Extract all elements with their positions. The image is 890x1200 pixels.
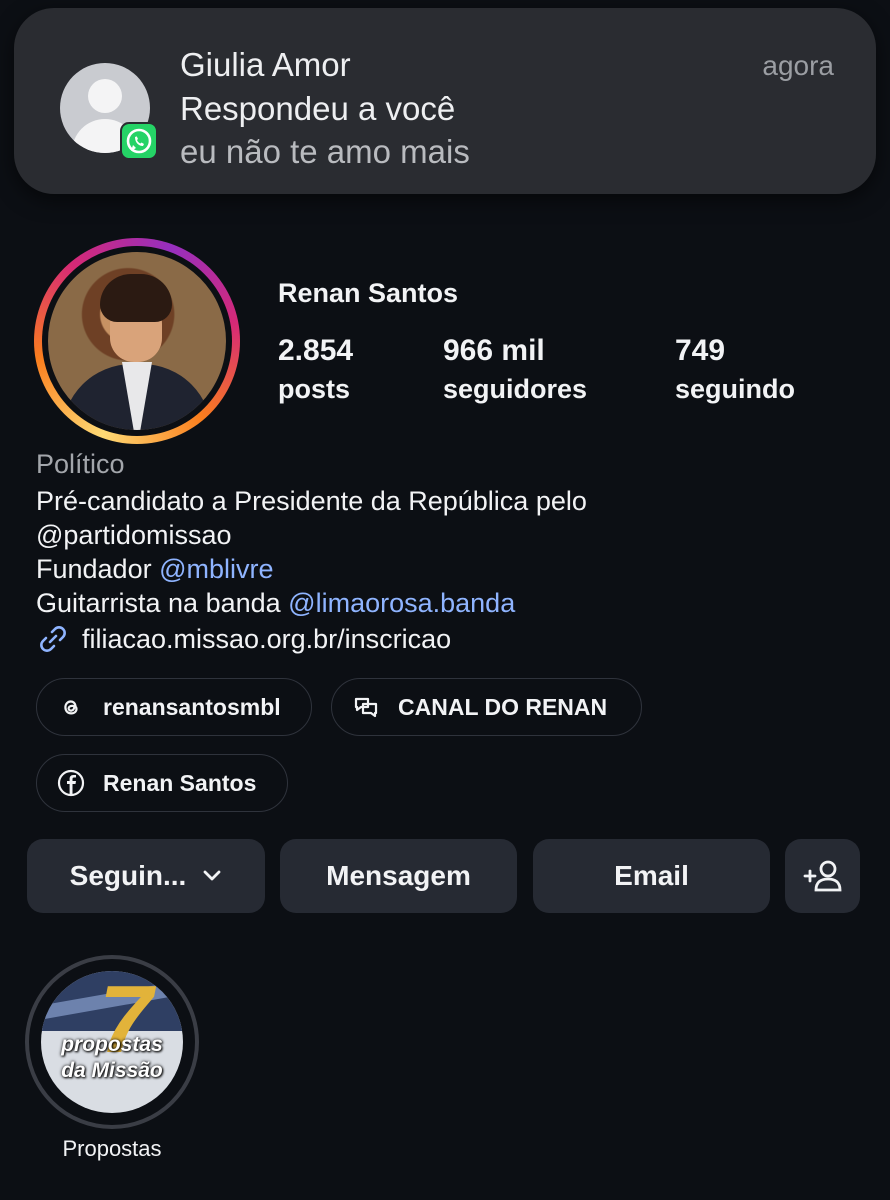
bio-band-text: Guitarrista na banda [36,588,281,618]
email-button-label: Email [614,860,689,891]
following-button-label: Seguin... [69,860,187,891]
notification-time: agora [762,50,834,81]
bio-external-link[interactable]: filiacao.missao.org.br/inscricao [36,622,451,656]
stat-following[interactable]: 749 seguindo [675,334,795,405]
bio-line-band: Guitarrista na banda @limaorosa.banda [36,586,515,620]
bio-mention-mblivre[interactable]: @mblivre [159,554,273,584]
highlight-cover-line1: propostas [61,1033,163,1056]
chip-threads-label: renansantosmbl [103,693,281,720]
whatsapp-notification-banner[interactable]: Giulia Amor Respondeu a você eu não te a… [14,8,876,194]
threads-icon [57,693,85,721]
suggest-people-button[interactable] [785,839,860,913]
chevron-down-icon [202,869,222,883]
chip-threads[interactable]: renansantosmbl [36,678,312,736]
chip-facebook-label: Renan Santos [103,769,257,796]
bio-mention-partidomissao[interactable]: @partidomissao [36,518,232,552]
stat-posts[interactable]: 2.854 posts [278,334,353,405]
stat-followers[interactable]: 966 mil seguidores [443,334,587,405]
notification-message: eu não te amo mais [180,133,470,170]
add-person-icon [801,858,845,894]
bio-line: Pré-candidato a Presidente da República … [36,486,587,516]
stat-followers-label: seguidores [443,374,588,404]
notification-sender: Giulia Amor [180,46,351,83]
highlight-cover-line2: da Missão [61,1059,163,1082]
stat-followers-value: 966 mil [443,334,545,367]
notification-subtitle: Respondeu a você [180,90,456,127]
profile-photo [48,252,226,430]
highlight-propostas[interactable]: 7 propostas da Missão [25,955,199,1129]
whatsapp-icon [120,122,158,160]
message-button[interactable]: Mensagem [280,839,517,913]
message-button-label: Mensagem [326,860,471,891]
channel-icon [352,693,380,721]
profile-name: Renan Santos [278,278,459,308]
stat-posts-value: 2.854 [278,334,354,367]
chip-facebook[interactable]: Renan Santos [36,754,288,812]
bio-line-founder: Fundador @mblivre [36,552,274,586]
link-icon [36,622,70,656]
chip-channel[interactable]: CANAL DO RENAN [331,678,642,736]
highlight-cover-image: 7 propostas da Missão [41,971,183,1113]
profile-avatar[interactable] [34,238,240,444]
following-button[interactable]: Seguin... [27,839,265,913]
highlight-label: Propostas [62,1136,162,1161]
stat-following-value: 749 [675,334,726,367]
profile-category: Político [36,449,125,479]
stat-posts-label: posts [278,374,351,404]
chip-channel-label: CANAL DO RENAN [398,693,608,720]
email-button[interactable]: Email [533,839,770,913]
facebook-icon [57,769,85,797]
stat-following-label: seguindo [675,374,795,404]
bio-founder-text: Fundador [36,554,152,584]
bio-link-text: filiacao.missao.org.br/inscricao [82,624,452,654]
bio-mention-limaorosa[interactable]: @limaorosa.banda [288,588,515,618]
